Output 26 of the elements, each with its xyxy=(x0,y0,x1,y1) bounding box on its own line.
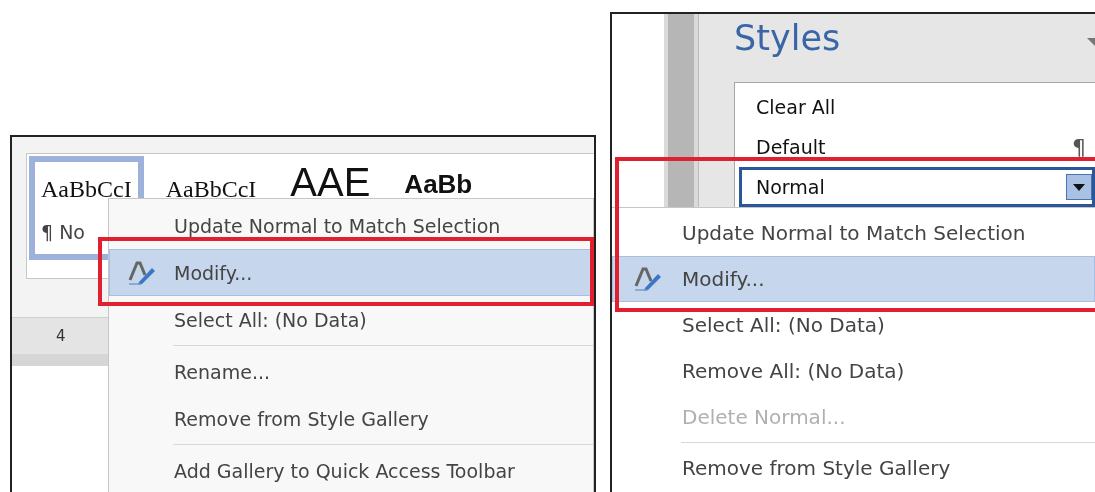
pane-title: Styles xyxy=(734,18,841,58)
pen-icon xyxy=(127,259,157,286)
menu-item[interactable]: Remove from Style Gallery xyxy=(109,395,593,442)
style-list-item[interactable]: Default ¶ xyxy=(739,127,1095,167)
style-list-item[interactable]: Normal xyxy=(739,167,1095,207)
menu-item[interactable]: Rename... xyxy=(109,348,593,395)
menu-item[interactable]: Modify... xyxy=(109,249,593,296)
menu-item[interactable]: Update Normal to Match Selection xyxy=(612,210,1095,256)
menu-item[interactable]: Add Gallery to Quick Access Toolbar xyxy=(109,447,593,492)
style-name: ¶ No xyxy=(41,221,86,243)
dropdown-arrow-icon[interactable] xyxy=(1087,38,1095,46)
menu-item[interactable]: Select All: (No Data) xyxy=(109,296,593,343)
style-label: Normal xyxy=(756,176,826,198)
menu-item[interactable]: Select All: (No Data) xyxy=(612,302,1095,348)
menu-item[interactable]: Modify... xyxy=(612,256,1095,302)
paragraph-mark: ¶ xyxy=(1072,134,1086,160)
style-list-item[interactable]: Clear All xyxy=(739,87,1095,127)
ruler-number: 4 xyxy=(56,327,66,345)
menu-item[interactable]: Remove All: (No Data) xyxy=(612,348,1095,394)
style-label: Clear All xyxy=(756,96,837,118)
pen-icon xyxy=(632,266,663,292)
style-label: Default xyxy=(756,136,827,158)
menu-item[interactable]: Remove from Style Gallery xyxy=(612,445,1095,491)
style-sample: AaBbCcI xyxy=(41,176,132,203)
dropdown-button[interactable] xyxy=(1066,174,1092,200)
dropdown-arrow-icon xyxy=(1073,183,1085,191)
